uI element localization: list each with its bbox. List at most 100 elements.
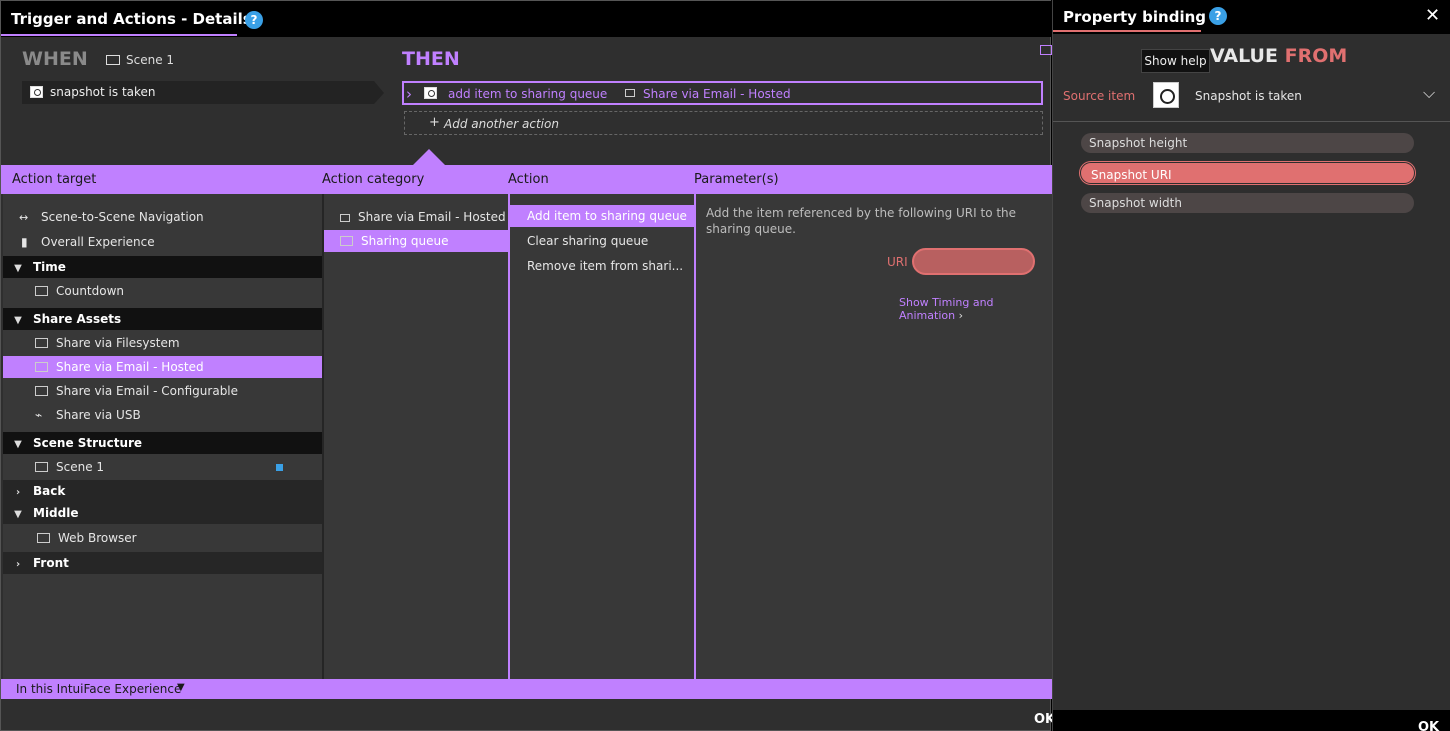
- email-icon: [340, 214, 350, 222]
- camera-icon: [424, 87, 437, 99]
- email-icon: [625, 89, 635, 97]
- divider: [1053, 121, 1450, 122]
- group-middle[interactable]: ▼ Middle: [3, 502, 322, 524]
- category-label: Sharing queue: [361, 234, 449, 248]
- camera-icon: [30, 86, 43, 98]
- target-countdown[interactable]: Countdown: [3, 280, 322, 302]
- group-front[interactable]: › Front: [3, 552, 322, 574]
- group-label: Scene Structure: [33, 436, 143, 450]
- window-title: Trigger and Actions - Details: [11, 10, 252, 28]
- chevron-down-icon: ▼: [14, 509, 22, 520]
- group-label: Share Assets: [33, 312, 122, 326]
- target-label: Scene 1: [56, 460, 105, 474]
- target-share-filesystem[interactable]: Share via Filesystem: [3, 332, 322, 354]
- chevron-down-icon[interactable]: ⌵: [1423, 83, 1435, 103]
- column-header: Action target Action category Action Par…: [1, 165, 1052, 194]
- target-scene-navigation[interactable]: ↔ Scene-to-Scene Navigation: [3, 206, 322, 228]
- uri-binding-field[interactable]: [912, 248, 1035, 275]
- col-title-action-target: Action target: [12, 172, 97, 187]
- footer-scope[interactable]: In this IntuiFace Experience ▼: [1, 679, 1052, 699]
- trigger-actions-window: Trigger and Actions - Details ? WHEN Sce…: [0, 0, 1055, 731]
- chevron-right-icon: ›: [15, 559, 21, 570]
- add-another-action[interactable]: + Add another action: [404, 111, 1043, 135]
- action-label: Remove item from shari...: [527, 259, 684, 273]
- chevron-right-icon: ›: [15, 487, 21, 498]
- ok-button[interactable]: OK: [1418, 720, 1439, 731]
- property-binding-panel: Property binding ? ✕ VALUE FROM Show hel…: [1052, 0, 1450, 731]
- book-icon: ▮: [21, 235, 28, 249]
- help-icon[interactable]: ?: [1209, 7, 1227, 25]
- group-label: Back: [33, 484, 66, 498]
- chevron-right-icon: ›: [406, 85, 412, 103]
- category-label: Share via Email - Hosted: [358, 210, 506, 224]
- action-clear-queue[interactable]: Clear sharing queue: [510, 230, 694, 252]
- property-snapshot-width[interactable]: Snapshot width: [1081, 193, 1414, 213]
- countdown-icon: [35, 286, 48, 296]
- category-sharing-queue[interactable]: Sharing queue: [324, 230, 508, 252]
- action-target-name: Share via Email - Hosted: [643, 87, 791, 101]
- help-tooltip: Show help: [1141, 49, 1210, 73]
- when-label: WHEN: [22, 48, 88, 70]
- add-action-label: Add another action: [444, 117, 559, 131]
- property-snapshot-uri[interactable]: Snapshot URI: [1080, 162, 1415, 184]
- group-share-assets[interactable]: ▼ Share Assets: [3, 308, 322, 330]
- grid-icon[interactable]: [1040, 45, 1052, 55]
- target-label: Share via Email - Configurable: [56, 384, 239, 398]
- target-web-browser[interactable]: Web Browser: [3, 527, 322, 549]
- scene-scope-label: Scene 1: [126, 53, 175, 67]
- target-share-email-hosted[interactable]: Share via Email - Hosted: [3, 356, 322, 378]
- chevron-down-icon: ▼: [14, 315, 22, 326]
- chevron-down-icon: ▼: [14, 439, 22, 450]
- property-label: Snapshot height: [1089, 136, 1188, 150]
- close-icon[interactable]: ✕: [1425, 5, 1440, 26]
- scene-icon: [106, 55, 120, 65]
- footer-label: In this IntuiFace Experience: [16, 682, 182, 696]
- scene-indicator: [276, 464, 283, 471]
- target-share-email-configurable[interactable]: Share via Email - Configurable: [3, 380, 322, 402]
- group-back[interactable]: › Back: [3, 480, 322, 502]
- target-label: Overall Experience: [41, 235, 155, 249]
- target-label: Scene-to-Scene Navigation: [41, 210, 204, 224]
- chevron-right-icon: ›: [958, 309, 963, 322]
- pointer-arrow: [413, 149, 445, 165]
- group-label: Time: [33, 260, 66, 274]
- help-icon[interactable]: ?: [245, 11, 263, 29]
- group-time[interactable]: ▼ Time: [3, 256, 322, 278]
- usb-icon: ⌁: [35, 408, 43, 422]
- action-target-list: ↔ Scene-to-Scene Navigation ▮ Overall Expe…: [3, 194, 322, 679]
- action-remove-item[interactable]: Remove item from shari...: [510, 255, 694, 277]
- target-scene-1[interactable]: Scene 1: [3, 456, 322, 478]
- category-share-email-hosted[interactable]: Share via Email - Hosted: [324, 206, 508, 228]
- target-label: Share via USB: [56, 408, 141, 422]
- title-underline: [1053, 30, 1201, 32]
- group-label: Front: [33, 556, 69, 570]
- property-label: Snapshot URI: [1091, 168, 1172, 182]
- property-snapshot-height[interactable]: Snapshot height: [1081, 133, 1414, 153]
- trigger-box[interactable]: snapshot is taken: [22, 81, 384, 104]
- target-label: Share via Email - Hosted: [56, 360, 204, 374]
- property-label: Snapshot width: [1089, 196, 1182, 210]
- target-share-usb[interactable]: ⌁ Share via USB: [3, 404, 322, 426]
- scene-scope-selector[interactable]: Scene 1: [106, 53, 174, 67]
- panel-title-bar: Property binding ? ✕: [1053, 0, 1450, 34]
- navigation-icon: ↔: [19, 211, 29, 224]
- action-add-item[interactable]: Add item to sharing queue: [510, 205, 694, 227]
- col-title-action-category: Action category: [322, 172, 425, 187]
- title-underline: [1, 34, 237, 36]
- show-timing-link[interactable]: Show Timing and Animation ›: [899, 296, 1050, 322]
- folder-icon: [35, 338, 48, 348]
- timing-link-label: Show Timing and Animation: [899, 296, 994, 322]
- trigger-label: snapshot is taken: [50, 85, 156, 99]
- group-scene-structure[interactable]: ▼ Scene Structure: [3, 432, 322, 454]
- sharing-queue-icon: [340, 236, 353, 246]
- action-label: Add item to sharing queue: [527, 209, 687, 223]
- email-icon: [35, 362, 48, 372]
- camera-icon: [1153, 82, 1179, 108]
- action-name: add item to sharing queue: [448, 87, 608, 101]
- source-item-value[interactable]: Snapshot is taken: [1195, 89, 1302, 103]
- web-browser-icon: [37, 533, 50, 543]
- value-word: VALUE: [1210, 45, 1278, 67]
- action-row[interactable]: › add item to sharing queue Share via Em…: [402, 81, 1043, 105]
- target-overall-experience[interactable]: ▮ Overall Experience: [3, 231, 322, 253]
- col-title-parameters: Parameter(s): [694, 172, 779, 187]
